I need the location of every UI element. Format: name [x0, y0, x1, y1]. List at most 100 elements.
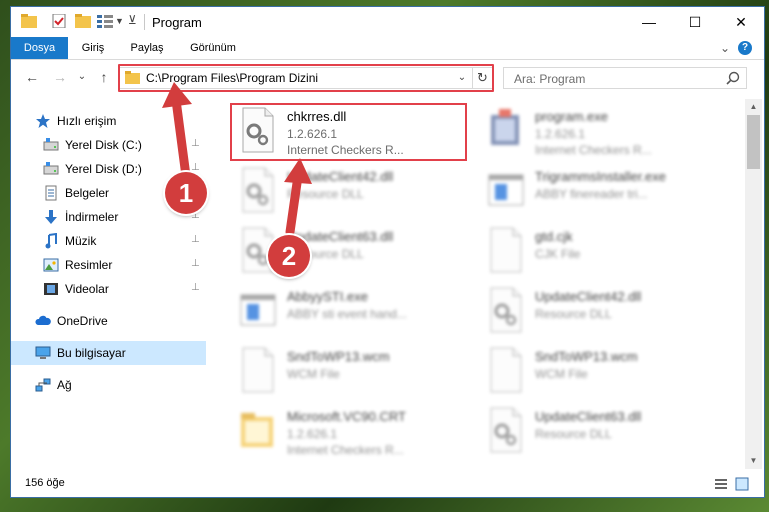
navigation-pane: Hızlı erişim Yerel Disk (C:) ⊥ Yerel Disk (…: [11, 99, 206, 469]
file-item[interactable]: TrigrammsInstaller.exe ABBY finereader tr…: [477, 163, 712, 221]
file-name: UpdateClient42.dll: [287, 169, 394, 184]
file-name: TrigrammsInstaller.exe: [535, 169, 666, 184]
file-item[interactable]: gtd.cjk CJK File: [477, 223, 712, 281]
file-detail: Resource DLL: [287, 187, 364, 201]
file-item[interactable]: Microsoft.VC90.CRT 1.2.626.1 Internet Chec…: [229, 403, 464, 461]
up-button[interactable]: ↑: [95, 68, 113, 86]
status-bar: 156 öğe: [11, 471, 764, 497]
step-marker-2: 2: [268, 235, 310, 277]
explorer-window: ▼ ⊻ Program — ☐ ✕ Dosya Giriş Paylaş Gör…: [10, 6, 765, 498]
file-detail: 1.2.626.1: [287, 427, 338, 441]
step-marker-1: 1: [165, 172, 207, 214]
title-separator: [144, 14, 145, 30]
file-detail: ABBY sti event hand...: [287, 307, 407, 321]
properties-icon[interactable]: [51, 14, 67, 28]
title-bar: ▼ ⊻ Program — ☐ ✕: [11, 7, 764, 37]
file-item[interactable]: UpdateClient63.dll Resource DLL: [477, 403, 712, 461]
minimize-button[interactable]: —: [626, 7, 672, 37]
file-icon: [487, 227, 525, 273]
sidebar-item[interactable]: Müzik ⊥: [11, 229, 206, 253]
file-item[interactable]: SndToWP13.wcm WCM File: [229, 343, 464, 401]
chevron-down-icon[interactable]: ▼: [115, 16, 124, 26]
file-item[interactable]: program.exe 1.2.626.1 Internet Checkers R.…: [477, 103, 712, 161]
file-icon: [487, 347, 525, 393]
sidebar-item[interactable]: Ağ: [11, 373, 206, 397]
file-item[interactable]: UpdateClient63.dll Resource DLL: [229, 223, 464, 281]
vertical-scrollbar[interactable]: ▲ ▼: [745, 99, 762, 469]
file-item[interactable]: UpdateClient42.dll Resource DLL: [229, 163, 464, 221]
pin-icon[interactable]: ⊥: [191, 258, 200, 269]
drive-icon: [43, 161, 59, 177]
pin-icon[interactable]: ⊥: [191, 282, 200, 293]
dll-file-icon: [487, 287, 525, 333]
new-folder-icon[interactable]: [75, 14, 91, 28]
sidebar-item[interactable]: Resimler ⊥: [11, 253, 206, 277]
sidebar-item-label: Yerel Disk (C:): [65, 138, 142, 152]
scroll-up-icon[interactable]: ▲: [745, 99, 762, 115]
customize-toolbar-icon[interactable]: ⊻: [128, 13, 137, 27]
file-item[interactable]: UpdateClient42.dll Resource DLL: [477, 283, 712, 341]
item-count: 156 öğe: [25, 477, 65, 489]
sidebar-item[interactable]: OneDrive: [11, 309, 206, 333]
sidebar-item-label: Yerel Disk (D:): [65, 162, 142, 176]
large-icons-view-icon[interactable]: [735, 477, 749, 491]
ribbon-expand-icon[interactable]: ⌄: [717, 40, 733, 56]
scroll-thumb[interactable]: [747, 115, 760, 169]
folder-icon: [21, 14, 37, 28]
file-name: SndToWP13.wcm: [535, 349, 638, 364]
close-button[interactable]: ✕: [718, 7, 764, 37]
pictures-icon: [43, 257, 59, 273]
sidebar-item-label: Ağ: [57, 378, 72, 392]
file-item[interactable]: AbbyySTI.exe ABBY sti event hand...: [229, 283, 464, 341]
search-box[interactable]: Ara: Program: [503, 67, 747, 89]
tab-paylas[interactable]: Paylaş: [121, 37, 173, 59]
dll-file-icon: [487, 407, 525, 453]
file-detail: ABBY finereader tri...: [535, 187, 648, 201]
sidebar-item[interactable]: Yerel Disk (C:) ⊥: [11, 133, 206, 157]
search-icon[interactable]: [726, 71, 740, 85]
address-highlight-box: [118, 64, 494, 92]
pin-icon[interactable]: ⊥: [191, 162, 200, 173]
help-icon[interactable]: ?: [738, 41, 752, 55]
forward-button[interactable]: →: [51, 68, 69, 86]
pin-icon[interactable]: ⊥: [191, 234, 200, 245]
exe-file-icon: [487, 167, 525, 213]
computer-icon: [35, 345, 51, 361]
file-name: UpdateClient42.dll: [535, 289, 642, 304]
view-options-icon[interactable]: [97, 14, 113, 28]
sidebar-item[interactable]: Videolar ⊥: [11, 277, 206, 301]
recent-locations-button[interactable]: ⌄: [73, 68, 91, 86]
tab-gorunum[interactable]: Görünüm: [181, 37, 245, 59]
tab-giris[interactable]: Giriş: [71, 37, 115, 59]
details-view-icon[interactable]: [714, 477, 728, 491]
file-detail: 1.2.626.1: [535, 127, 586, 141]
drive-icon: [43, 137, 59, 153]
file-detail: CJK File: [535, 247, 581, 261]
file-detail: Resource DLL: [535, 307, 612, 321]
navigation-bar: ← → ⌄ ↑ C:\Program Files\Program Dizini …: [11, 60, 764, 94]
file-detail: WCM File: [287, 367, 340, 381]
sidebar-item[interactable]: Hızlı erişim: [11, 109, 206, 133]
file-name: gtd.cjk: [535, 229, 573, 244]
maximize-button[interactable]: ☐: [672, 7, 718, 37]
file-name: Microsoft.VC90.CRT: [287, 409, 406, 424]
sidebar-item[interactable]: Bu bilgisayar: [11, 341, 206, 365]
sidebar-item-label: İndirmeler: [65, 210, 119, 224]
file-icon: [239, 347, 277, 393]
back-button[interactable]: ←: [23, 68, 41, 86]
search-input[interactable]: Ara: Program: [514, 72, 585, 86]
file-detail: WCM File: [535, 367, 588, 381]
pin-icon[interactable]: ⊥: [191, 138, 200, 149]
file-name: AbbyySTI.exe: [287, 289, 368, 304]
network-icon: [35, 377, 51, 393]
exe-file-icon: [487, 107, 525, 153]
file-detail: Internet Checkers R...: [535, 143, 652, 157]
video-icon: [43, 281, 59, 297]
file-name: UpdateClient63.dll: [535, 409, 642, 424]
tab-dosya[interactable]: Dosya: [11, 37, 68, 59]
ribbon: Dosya Giriş Paylaş Görünüm ⌄ ?: [11, 37, 764, 60]
download-icon: [43, 209, 59, 225]
dll-file-icon: [239, 167, 277, 213]
scroll-down-icon[interactable]: ▼: [745, 453, 762, 469]
file-item[interactable]: SndToWP13.wcm WCM File: [477, 343, 712, 401]
